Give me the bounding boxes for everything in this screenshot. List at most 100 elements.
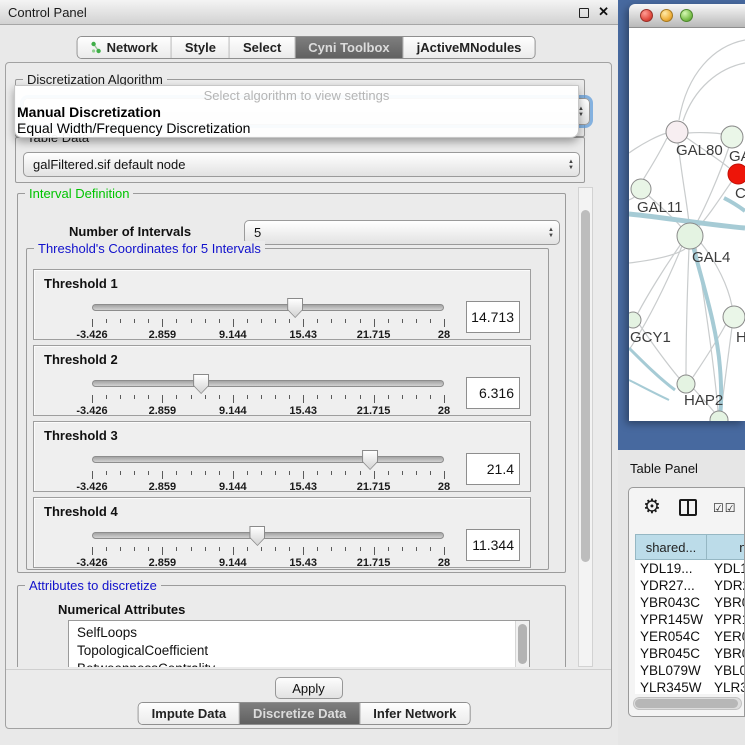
- tab-style[interactable]: Style: [172, 37, 230, 58]
- tab-impute-data[interactable]: Impute Data: [139, 703, 240, 724]
- numerical-attribute-item[interactable]: TopologicalCoefficient: [77, 642, 529, 660]
- numerical-attributes-label: Numerical Attributes: [58, 602, 185, 617]
- zoom-traffic-light[interactable]: [680, 9, 693, 22]
- table-hscrollbar[interactable]: [633, 697, 742, 710]
- network-node-c[interactable]: [728, 164, 745, 184]
- table-row[interactable]: YBR043C YBR0: [635, 594, 745, 611]
- slider-scale-labels: -3.4262.8599.14415.4321.71528: [92, 405, 444, 417]
- list-scrollbar[interactable]: [515, 621, 529, 667]
- table-cell: YDR2: [707, 578, 745, 593]
- float-window-icon[interactable]: [579, 8, 589, 18]
- table-cell: YPR145W: [635, 612, 707, 627]
- slider-thumb[interactable]: [287, 298, 303, 318]
- minimize-traffic-light[interactable]: [660, 9, 673, 22]
- network-view[interactable]: GAL80GACGAL11GAL4GCY1HHAP2: [629, 28, 745, 421]
- threshold-value-field[interactable]: [466, 301, 520, 333]
- threshold-value-field[interactable]: [466, 529, 520, 561]
- table-row[interactable]: YPR145W YPR1: [635, 611, 745, 628]
- table-row[interactable]: YDR27... YDR2: [635, 577, 745, 594]
- table-panel: Table Panel ⚙ ☑☑ shared... na YDL19... Y…: [618, 450, 745, 745]
- table-toolbar: ⚙ ☑☑: [629, 488, 745, 532]
- network-node-hap2[interactable]: [677, 375, 695, 393]
- select-columns-checkboxes-icon[interactable]: ☑☑: [713, 501, 737, 515]
- tab-cyni-toolbox[interactable]: Cyni Toolbox: [295, 37, 403, 58]
- table-row[interactable]: YLR345W YLR3: [635, 679, 745, 694]
- tab-network[interactable]: Network: [78, 37, 172, 58]
- threshold-panel: Threshold 1 -3.4262.8599.14415.4321.7152…: [33, 269, 531, 340]
- threshold-slider[interactable]: -3.4262.8599.14415.4321.71528: [92, 374, 444, 416]
- slider-track[interactable]: [92, 380, 444, 387]
- numerical-attributes-list[interactable]: SelfLoopsTopologicalCoefficientBetweenne…: [68, 620, 530, 667]
- dropdown-option-manual-discretization[interactable]: Manual Discretization: [15, 104, 578, 120]
- slider-thumb[interactable]: [193, 374, 209, 394]
- panel-title: Control Panel: [8, 5, 87, 20]
- network-node-h[interactable]: [723, 306, 745, 328]
- close-traffic-light[interactable]: [640, 9, 653, 22]
- network-node[interactable]: [710, 411, 728, 421]
- scale-tick-label: 21.715: [357, 557, 391, 569]
- threshold-slider[interactable]: -3.4262.8599.14415.4321.71528: [92, 450, 444, 492]
- scale-tick-label: -3.426: [76, 329, 107, 341]
- threshold-value-field[interactable]: [466, 453, 520, 485]
- scale-tick-label: 15.43: [289, 557, 317, 569]
- table-panel-window: ⚙ ☑☑ shared... na YDL19... YDL1 YDR27...…: [628, 487, 745, 717]
- network-node-ga[interactable]: [721, 126, 743, 148]
- dropdown-option-equal-width-frequency[interactable]: Equal Width/Frequency Discretization: [15, 120, 578, 136]
- combo-arrows-icon: ▲▼: [563, 159, 579, 171]
- slider-thumb-face: [250, 527, 264, 545]
- table-row[interactable]: YDL19... YDL1: [635, 560, 745, 577]
- threshold-value-field[interactable]: [466, 377, 520, 409]
- table-row[interactable]: YBL079W YBL0: [635, 662, 745, 679]
- column-header-name[interactable]: na: [707, 534, 745, 560]
- threshold-slider[interactable]: -3.4262.8599.14415.4321.71528: [92, 298, 444, 340]
- numerical-attribute-item[interactable]: BetweennessCentrality: [77, 660, 529, 667]
- tab-discretize-data[interactable]: Discretize Data: [240, 703, 360, 724]
- panel-scrollbar-thumb[interactable]: [581, 210, 590, 562]
- tab-label: Select: [243, 40, 281, 55]
- table-header: shared... na: [635, 534, 745, 560]
- slider-ticks: [92, 395, 444, 404]
- list-scrollbar-thumb[interactable]: [518, 624, 527, 664]
- slider-track[interactable]: [92, 304, 444, 311]
- slider-track[interactable]: [92, 456, 444, 463]
- network-window: GAL80GACGAL11GAL4GCY1HHAP2: [629, 4, 745, 421]
- numerical-attribute-item[interactable]: SelfLoops: [77, 624, 529, 642]
- control-panel-titlebar: Control Panel ✕: [0, 0, 618, 25]
- network-node-gcy1[interactable]: [629, 312, 641, 328]
- slider-thumb[interactable]: [249, 526, 265, 546]
- threshold-panel: Threshold 4 -3.4262.8599.14415.4321.7152…: [33, 497, 531, 568]
- network-window-titlebar: [629, 4, 745, 28]
- tab-select[interactable]: Select: [230, 37, 295, 58]
- columns-icon[interactable]: [679, 499, 697, 516]
- tab-label: Impute Data: [152, 706, 226, 721]
- number-of-intervals-combobox[interactable]: 5 ▲▼: [244, 220, 560, 245]
- table-rows: YDL19... YDL1 YDR27... YDR2 YBR043C YBR0…: [635, 560, 745, 694]
- threshold-slider[interactable]: -3.4262.8599.14415.4321.71528: [92, 526, 444, 568]
- tab-infer-network[interactable]: Infer Network: [360, 703, 469, 724]
- slider-ticks: [92, 319, 444, 328]
- table-row[interactable]: YBR045C YBR0: [635, 645, 745, 662]
- network-node-gal80[interactable]: [666, 121, 688, 143]
- tab-label: jActiveMNodules: [417, 40, 522, 55]
- table-data-combobox[interactable]: galFiltered.sif default node ▲▼: [23, 152, 580, 177]
- table-row[interactable]: YER054C YER0: [635, 628, 745, 645]
- network-graph: GAL80GACGAL11GAL4GCY1HHAP2: [629, 28, 745, 421]
- slider-ticks: [92, 547, 444, 556]
- tab-jactivemnodules[interactable]: jActiveMNodules: [404, 37, 535, 58]
- top-tab-bar: Network Style Select Cyni Toolbox jActiv…: [77, 36, 536, 59]
- scale-tick-label: 21.715: [357, 481, 391, 493]
- slider-track[interactable]: [92, 532, 444, 539]
- scale-tick-label: 9.144: [219, 405, 247, 417]
- network-edge: [688, 133, 722, 134]
- apply-button[interactable]: Apply: [275, 677, 343, 699]
- network-node-gal4[interactable]: [677, 223, 703, 249]
- column-header-shared-name[interactable]: shared...: [635, 534, 707, 560]
- scale-tick-label: 2.859: [149, 557, 177, 569]
- table-hscrollbar-thumb[interactable]: [635, 699, 738, 708]
- network-node-gal11[interactable]: [631, 179, 651, 199]
- table-cell: YER0: [707, 629, 745, 644]
- gear-icon[interactable]: ⚙: [643, 494, 661, 519]
- close-icon[interactable]: ✕: [598, 4, 609, 20]
- slider-thumb[interactable]: [362, 450, 378, 470]
- panel-scrollbar[interactable]: [578, 187, 593, 667]
